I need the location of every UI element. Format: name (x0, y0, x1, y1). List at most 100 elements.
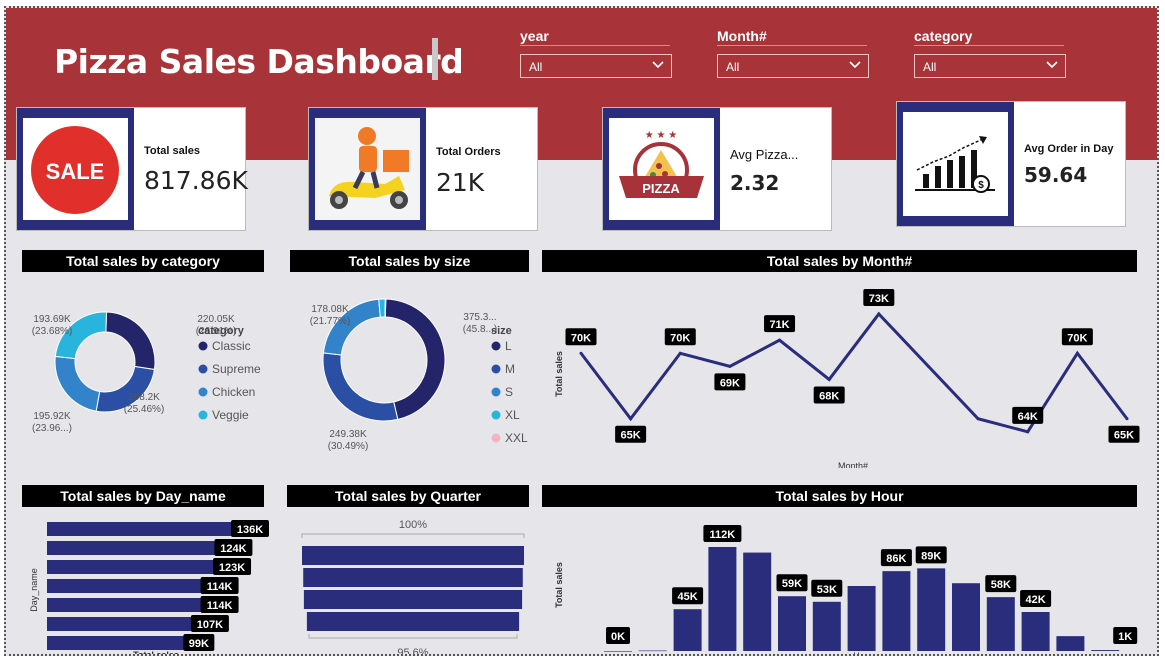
legend-marker (491, 410, 501, 420)
legend-marker (491, 387, 501, 397)
hour-bar (638, 650, 667, 652)
dashboard-canvas: Pizza Sales Dashboard year All Month# Al… (4, 6, 1159, 656)
quarter-bar (303, 590, 523, 609)
hour-bar-chart[interactable]: Total sales Hour 0K 45K 112K 59K 53K 86K 89K 58K 4… (542, 510, 1142, 656)
legend-item: Veggie (212, 408, 249, 422)
day-bar (47, 636, 184, 650)
data-label: 71K (769, 319, 789, 331)
kpi-total-sales[interactable]: SALE Total sales 817.86K (16, 107, 248, 231)
slice-value-label: 375.3... (463, 312, 496, 323)
data-label: 65K (1114, 430, 1134, 442)
hour-bar (917, 568, 946, 651)
data-point (1075, 351, 1079, 355)
hour-bar (882, 571, 911, 651)
x-axis-label: Total sales (133, 650, 179, 656)
kpi-avg-order-day[interactable]: $ Avg Order in Day 59.64 (896, 101, 1126, 227)
quarter-bar (302, 546, 524, 565)
data-point (728, 364, 732, 368)
hour-bar (986, 597, 1015, 651)
svg-text:$: $ (978, 180, 984, 191)
month-point-label: 71K (764, 315, 796, 333)
category-donut-chart[interactable]: 220.05K(26.91%)208.2K(25.46%)195.92K(23.… (16, 278, 276, 464)
month-point-label: 64K (1012, 406, 1044, 424)
hour-bar-label: 1K (1113, 627, 1138, 644)
day-bar-label: 114K (200, 577, 239, 594)
kpi-value: 2.32 (730, 171, 780, 195)
slice-value-label: 193.69K (33, 314, 71, 325)
data-label: 112K (710, 529, 736, 541)
data-label: 86K (886, 553, 906, 565)
slicer-value: All (923, 60, 937, 74)
data-label: 69K (720, 377, 740, 389)
data-label: 99K (189, 638, 209, 650)
slice-xxl (384, 298, 387, 318)
data-point (877, 312, 881, 316)
data-label: 73K (869, 293, 889, 305)
legend-item: M (505, 362, 515, 376)
month-point-label: 70K (1061, 328, 1093, 346)
year-dropdown[interactable]: All (520, 54, 672, 78)
legend-marker (198, 387, 208, 397)
hour-bar-label: 89K (915, 546, 947, 564)
data-point (926, 364, 930, 368)
chevron-down-icon (1046, 61, 1058, 69)
quarter-funnel-chart[interactable]: 100% 95.6% (287, 510, 531, 656)
hour-bar (1091, 650, 1120, 651)
hour-bar (1021, 612, 1050, 651)
slice-m (322, 352, 399, 422)
slice-value-label: 195.92K (33, 411, 71, 422)
svg-text:SALE: SALE (46, 159, 105, 184)
hour-bar-label: 86K (880, 549, 912, 567)
kpi-title: Avg Order in Day (1024, 143, 1114, 155)
size-donut-chart[interactable]: 375.3...(45.8...)249.38K(30.49%)178.08K(… (284, 278, 534, 464)
kpi-avg-pizza[interactable]: ★ ★ ★ PIZZA Avg Pizza... 2.32 (602, 107, 832, 231)
legend-item: L (505, 339, 512, 353)
category-chart-title: Total sales by category (22, 250, 264, 272)
month-slicer: Month# All (717, 28, 869, 78)
data-point (778, 338, 782, 342)
kpi-title: Avg Pizza... (730, 147, 799, 162)
data-label: 65K (621, 430, 641, 442)
legend-item: Supreme (212, 362, 261, 376)
hour-bar (673, 609, 702, 651)
month-point-label: 65K (1108, 425, 1140, 443)
day-bar (47, 560, 218, 574)
hour-bar-label: 59K (776, 574, 808, 592)
data-label: 64K (1018, 411, 1038, 423)
month-dropdown[interactable]: All (717, 54, 869, 78)
legend-item: Classic (212, 339, 251, 353)
day-bar-label: 99K (183, 634, 215, 651)
slicer-value: All (529, 60, 543, 74)
day-bar-chart[interactable]: Day_name Total sales 136K 124K 123K 114K 114K 1… (16, 510, 274, 656)
hour-bar-label: 42K (1020, 590, 1052, 607)
kpi-value: 59.64 (1024, 163, 1088, 187)
category-dropdown[interactable]: All (914, 54, 1066, 78)
kpi-total-orders[interactable]: Total Orders 21K (308, 107, 538, 231)
kpi-title: Total sales (144, 145, 201, 157)
sale-icon: SALE (31, 126, 119, 214)
day-bar (47, 522, 235, 536)
month-line-chart[interactable]: Total sales Month# 70K 65K 70K 69K 71K 68K 73K 64… (542, 278, 1142, 468)
data-point (579, 351, 583, 355)
legend-title: category (198, 325, 245, 337)
slicer-value: All (726, 60, 740, 74)
svg-text:PIZZA: PIZZA (642, 181, 680, 196)
month-point-label: 65K (615, 425, 647, 443)
funnel-bottom-bracket (308, 634, 518, 639)
funnel-top-label: 100% (399, 519, 427, 531)
data-point (1125, 417, 1129, 421)
funnel-bottom-label: 95.6% (397, 647, 428, 656)
legend-marker (491, 433, 501, 443)
hour-chart-title: Total sales by Hour (542, 485, 1137, 507)
year-slicer: year All (520, 28, 672, 78)
size-chart-title: Total sales by size (290, 250, 529, 272)
chevron-down-icon (849, 61, 861, 69)
day-bar (47, 617, 195, 631)
data-label: 45K (678, 591, 698, 603)
month-point-label: 73K (863, 289, 895, 306)
day-bar-label: 124K (214, 539, 253, 556)
slice-percent-label: (30.49%) (328, 441, 369, 452)
legend-marker (491, 364, 501, 374)
data-point (629, 417, 633, 421)
kpi-title: Total Orders (436, 146, 501, 158)
